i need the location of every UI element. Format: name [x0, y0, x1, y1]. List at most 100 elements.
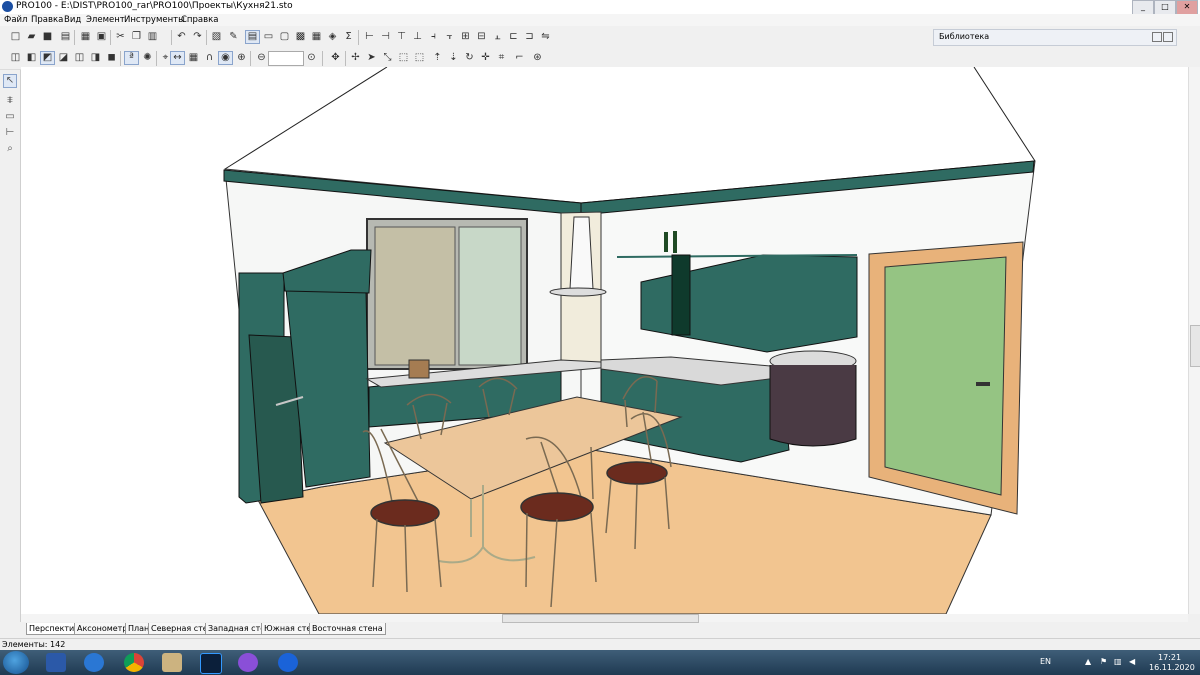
undo-icon[interactable]: ↶: [174, 30, 189, 44]
close-button[interactable]: ✕: [1176, 0, 1198, 15]
menu-edit[interactable]: Правка: [31, 15, 63, 25]
tray-volume-icon[interactable]: ◀: [1129, 657, 1135, 666]
target-icon[interactable]: ⊕: [234, 51, 249, 65]
render-box-icon[interactable]: ◨: [88, 51, 103, 65]
resize-icon[interactable]: ⬚: [396, 51, 411, 65]
magnet-icon[interactable]: ∩: [202, 51, 217, 65]
save-as-icon[interactable]: ▤: [58, 30, 73, 44]
help-target-icon[interactable]: ⊛: [530, 51, 545, 65]
paste-icon[interactable]: ▥: [145, 30, 160, 44]
window-icon[interactable]: ▤: [245, 30, 260, 44]
viewport-3d[interactable]: [21, 67, 1188, 614]
print-preview-icon[interactable]: ▣: [94, 30, 109, 44]
move-icon[interactable]: ✥: [328, 51, 343, 65]
snap-icon[interactable]: ⌐: [512, 51, 527, 65]
library-restore-icon[interactable]: [1152, 32, 1162, 42]
library-panel: Библиотека: [930, 27, 1200, 67]
zoom-in-icon[interactable]: ⊙: [304, 51, 319, 65]
menu-file[interactable]: Файл: [4, 15, 27, 25]
select-arrow-icon[interactable]: ↖: [3, 74, 17, 88]
properties-icon[interactable]: ▧: [209, 30, 224, 44]
new-file-icon[interactable]: □: [8, 30, 23, 44]
light-bulb-icon[interactable]: ✺: [140, 51, 155, 65]
select-area-icon[interactable]: ➤: [364, 51, 379, 65]
open-folder-icon[interactable]: ▰: [24, 30, 39, 44]
corner-icon[interactable]: ⌗: [494, 51, 509, 65]
minimize-button[interactable]: _: [1132, 0, 1154, 15]
dimension-icon[interactable]: ↔: [170, 51, 185, 65]
tray-up-icon[interactable]: ▲: [1085, 657, 1091, 666]
zoom-icon[interactable]: ⌕: [3, 142, 17, 156]
library-close-icon[interactable]: [1163, 32, 1173, 42]
photoshop-icon[interactable]: [200, 653, 222, 674]
pan-icon[interactable]: ✢: [348, 51, 363, 65]
scale-icon[interactable]: ⤡: [380, 51, 395, 65]
render-color-icon[interactable]: ◪: [56, 51, 71, 65]
align-center-icon[interactable]: ⊣: [378, 30, 393, 44]
menu-tools[interactable]: Инструменты: [124, 15, 185, 25]
rotate-y-icon[interactable]: ⇡: [430, 51, 445, 65]
pro100-app-icon[interactable]: [162, 653, 182, 672]
grid-toggle-icon[interactable]: ▦: [186, 51, 201, 65]
grid-icon[interactable]: ▦: [309, 30, 324, 44]
start-button[interactable]: [3, 651, 29, 674]
sigma-icon[interactable]: Σ: [341, 30, 356, 44]
layout-icon[interactable]: ▭: [261, 30, 276, 44]
materials-icon[interactable]: ▩: [293, 30, 308, 44]
render-wire-icon[interactable]: ◫: [72, 51, 87, 65]
menu-view[interactable]: Вид: [64, 15, 81, 25]
zoom-level-input[interactable]: [268, 51, 304, 66]
horizontal-scrollbar[interactable]: [21, 614, 1188, 623]
vertical-scroll-thumb[interactable]: [1190, 325, 1200, 367]
rotate-x-icon[interactable]: ⬚: [412, 51, 427, 65]
clock-time[interactable]: 17:21: [1158, 653, 1181, 662]
distribute-icon[interactable]: ⊥: [410, 30, 425, 44]
align-right-icon[interactable]: ⊤: [394, 30, 409, 44]
orbit-icon[interactable]: ⇣: [446, 51, 461, 65]
flip-icon[interactable]: ⇋: [538, 30, 553, 44]
clock-date[interactable]: 16.11.2020: [1149, 663, 1195, 672]
unlink-icon[interactable]: ⊐: [522, 30, 537, 44]
update-arrow-icon[interactable]: [278, 653, 298, 672]
render-flat-icon[interactable]: ◫: [8, 51, 23, 65]
render-shaded-icon[interactable]: ◧: [24, 51, 39, 65]
file-manager-icon[interactable]: [46, 653, 66, 672]
maximize-button[interactable]: □: [1154, 0, 1176, 15]
menu-element[interactable]: Элемент: [86, 15, 125, 25]
redo-icon[interactable]: ↷: [190, 30, 205, 44]
edit-icon[interactable]: ✎: [226, 30, 241, 44]
monitor-icon[interactable]: ▢: [277, 30, 292, 44]
render-solid-icon[interactable]: ◼: [104, 51, 119, 65]
chrome-icon[interactable]: [124, 653, 144, 672]
save-icon[interactable]: ■: [40, 30, 55, 44]
ungroup-icon[interactable]: ⫠: [490, 30, 505, 44]
measure-icon[interactable]: ⊢: [3, 126, 17, 140]
vertical-scrollbar[interactable]: [1188, 67, 1200, 614]
ie-browser-icon[interactable]: [84, 653, 104, 672]
align-top-icon[interactable]: ⫞: [426, 30, 441, 44]
tray-network-icon[interactable]: ▥: [1114, 657, 1122, 666]
horizontal-scroll-thumb[interactable]: [502, 614, 699, 623]
link-icon[interactable]: ⊏: [506, 30, 521, 44]
hatch-icon[interactable]: ⩨: [3, 94, 17, 108]
cut-icon[interactable]: ✂: [113, 30, 128, 44]
language-indicator[interactable]: EN: [1040, 657, 1051, 666]
tab-east-wall[interactable]: Восточная стена: [309, 623, 386, 635]
group-icon[interactable]: ⊟: [474, 30, 489, 44]
cross-move-icon[interactable]: ✛: [478, 51, 493, 65]
materials-edit-icon[interactable]: ◈: [325, 30, 340, 44]
menu-help[interactable]: Справка: [181, 15, 218, 25]
render-texture-icon[interactable]: ◩: [40, 51, 55, 65]
mirror-icon[interactable]: ⊞: [458, 30, 473, 44]
rect-icon[interactable]: ▭: [3, 110, 17, 124]
tray-flag-icon[interactable]: ⚑: [1100, 657, 1107, 666]
print-icon[interactable]: ▦: [78, 30, 93, 44]
copy-icon[interactable]: ❐: [129, 30, 144, 44]
align-left-icon[interactable]: ⊢: [362, 30, 377, 44]
text-label-icon[interactable]: ª: [124, 51, 139, 65]
scene-icon[interactable]: ◉: [218, 51, 233, 65]
rotate-around-icon[interactable]: ↻: [462, 51, 477, 65]
zoom-out-icon[interactable]: ⊖: [254, 51, 269, 65]
rotate-icon[interactable]: ⫟: [442, 30, 457, 44]
yandex-alice-icon[interactable]: [238, 653, 258, 672]
